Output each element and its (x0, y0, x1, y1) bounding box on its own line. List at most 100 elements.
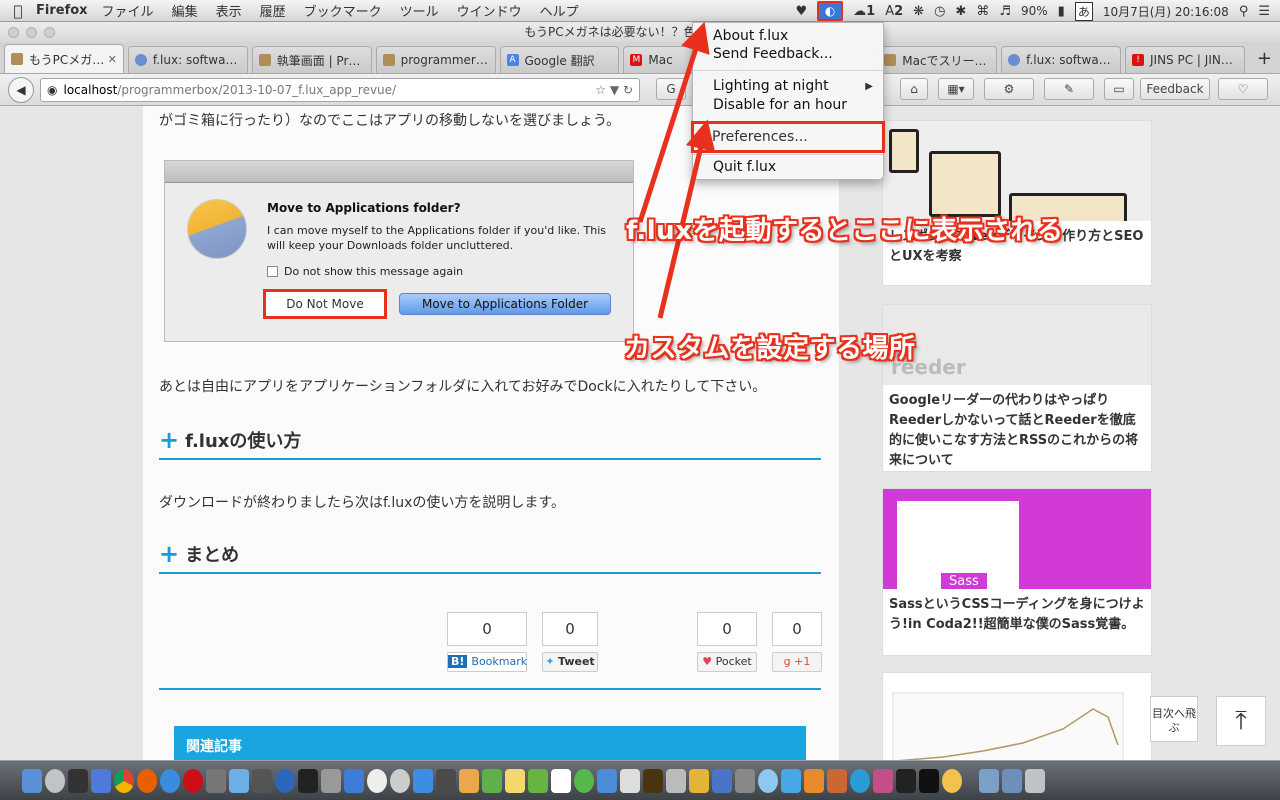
chrome-icon[interactable] (114, 768, 134, 793)
sidebar-post-4[interactable] (882, 672, 1152, 760)
opera-icon[interactable] (183, 768, 203, 793)
menu-history[interactable]: 履歴 (260, 1, 286, 20)
photo-icon[interactable] (758, 768, 778, 793)
tab-7[interactable]: Macでスリー… (877, 46, 998, 73)
tab-2[interactable]: f.lux: softwa… (127, 46, 248, 73)
preview-icon[interactable] (206, 768, 226, 793)
menu-item-disable[interactable]: Disable for an hour (713, 97, 847, 113)
pocket-share[interactable]: 0 ♥ Pocket (697, 612, 757, 672)
book-icon[interactable] (827, 768, 847, 793)
google-search-button[interactable]: G (656, 78, 686, 100)
skitch-icon[interactable] (597, 768, 617, 793)
terminal-icon[interactable] (919, 768, 939, 793)
pen-icon[interactable]: ✎ (1044, 78, 1094, 100)
toolbox-icon[interactable] (804, 768, 824, 793)
settings-icon[interactable]: ⚙ (984, 78, 1034, 100)
dropbox-icon[interactable] (413, 768, 433, 793)
dashboard-icon[interactable] (91, 768, 111, 793)
facetime-icon[interactable] (252, 768, 272, 793)
tab-4[interactable]: programmer… (375, 46, 496, 73)
apple-icon[interactable]:  (0, 2, 36, 20)
adobe-icon[interactable]: A2 (885, 4, 903, 19)
dialog-checkbox[interactable]: Do not show this message again (267, 265, 463, 278)
sidebar-post-2[interactable]: reeder Googleリーダーの代わりはやっぱりReederしかないって話と… (882, 304, 1152, 472)
gplus-button[interactable]: g +1 (772, 652, 822, 672)
gplus-share[interactable]: 0 g +1 (772, 612, 822, 672)
bookmark-star-icon[interactable]: ☆ ▼ ↻ (595, 83, 633, 97)
script-icon[interactable] (689, 768, 709, 793)
tab-close-icon[interactable]: ✕ (108, 53, 117, 66)
system-preferences-icon[interactable] (390, 768, 410, 793)
notification-icon[interactable]: ☰ (1258, 4, 1270, 19)
flux-dock-icon[interactable] (942, 768, 962, 793)
addon-icon[interactable]: ▦▾ (938, 78, 974, 100)
menu-item-preferences[interactable]: Preferences... (691, 121, 885, 153)
downloads-folder-icon[interactable] (1002, 768, 1022, 793)
app-store-icon[interactable] (344, 768, 364, 793)
tab-3[interactable]: 執筆画面 | Pr… (251, 46, 372, 73)
archive-icon[interactable] (712, 768, 732, 793)
folder-icon[interactable]: ▭ (1104, 78, 1134, 100)
xcode-icon[interactable] (436, 768, 456, 793)
app-menu[interactable]: Firefox (36, 3, 88, 18)
pocket-toolbar-icon[interactable]: ♡ (1218, 78, 1268, 100)
firefox-icon[interactable] (137, 768, 157, 793)
ftp-icon[interactable] (735, 768, 755, 793)
safari-icon[interactable] (160, 768, 180, 793)
menu-help[interactable]: ヘルプ (540, 1, 579, 20)
pen-tool-icon[interactable] (620, 768, 640, 793)
menu-file[interactable]: ファイル (102, 1, 154, 20)
transmit-icon[interactable] (459, 768, 479, 793)
home-icon[interactable]: ⌂ (900, 78, 928, 100)
hatena-button[interactable]: B! Bookmark (447, 652, 527, 672)
battery-percent[interactable]: 90% (1021, 4, 1048, 18)
sidebar-post-1[interactable]: レスポンシブwebデザインの作り方とSEOとUXを考察 (882, 120, 1152, 286)
tweet-button[interactable]: ✦ Tweet (542, 652, 598, 672)
bluetooth-icon[interactable]: ✱ (955, 4, 966, 19)
activity-monitor-icon[interactable] (896, 768, 916, 793)
back-button[interactable]: ◀ (8, 76, 34, 103)
tab-9[interactable]: ! JINS PC | JIN… (1125, 46, 1245, 73)
image-capture-icon[interactable] (229, 768, 249, 793)
tab-8[interactable]: f.lux: softwa… (1001, 46, 1121, 73)
wifi-icon[interactable]: ⌘ (976, 4, 989, 19)
evernote-icon[interactable]: ❋ (913, 4, 924, 19)
do-not-move-button[interactable]: Do Not Move (263, 289, 387, 319)
trash-icon[interactable] (1025, 768, 1045, 793)
tweet-app-icon[interactable] (781, 768, 801, 793)
imovie-icon[interactable] (298, 768, 318, 793)
flux-menubar-icon[interactable]: ◐ (817, 1, 844, 21)
window-zoom-button[interactable] (44, 27, 55, 38)
menu-edit[interactable]: 編集 (172, 1, 198, 20)
itunes-radio-icon[interactable] (873, 768, 893, 793)
window-close-button[interactable] (8, 27, 19, 38)
coda-icon[interactable] (528, 768, 548, 793)
hatena-share[interactable]: 0 B! Bookmark (447, 612, 527, 672)
utilities-icon[interactable] (321, 768, 341, 793)
timemachine-icon[interactable]: ◷ (934, 4, 945, 19)
tweet-share[interactable]: 0 ✦ Tweet (542, 612, 598, 672)
mission-control-icon[interactable] (68, 768, 88, 793)
cloud-icon[interactable]: ☁1 (853, 4, 875, 19)
finder-icon[interactable] (22, 768, 42, 793)
new-tab-button[interactable]: + (1249, 48, 1280, 73)
pocket-button[interactable]: ♥ Pocket (697, 652, 757, 672)
evernote-dock-icon[interactable] (482, 768, 502, 793)
heart-icon[interactable]: ♥ (796, 4, 808, 19)
menu-tools[interactable]: ツール (400, 1, 439, 20)
scroll-top-button[interactable]: ⤒ (1216, 696, 1266, 746)
menu-bookmarks[interactable]: ブックマーク (304, 1, 382, 20)
window-minimize-button[interactable] (26, 27, 37, 38)
applications-folder-icon[interactable] (979, 768, 999, 793)
clock[interactable]: 10月7日(月) 20:16:08 (1103, 3, 1229, 20)
sidebar-post-3[interactable]: Sass SassというCSSコーディングを身につけよう!in Coda2!!超… (882, 488, 1152, 656)
volume-icon[interactable]: ♬ (999, 4, 1011, 19)
sketch-icon[interactable] (666, 768, 686, 793)
itunes-icon[interactable] (367, 768, 387, 793)
ime-indicator[interactable]: あ (1074, 1, 1093, 21)
tab-5[interactable]: A Google 翻訳 (499, 46, 620, 73)
move-to-applications-button[interactable]: Move to Applications Folder (399, 293, 611, 315)
menu-item-feedback[interactable]: Send Feedback... (713, 46, 833, 62)
url-bar[interactable]: ◉ localhost/programmerbox/2013-10-07_f.l… (40, 77, 640, 102)
leaf-icon[interactable] (574, 768, 594, 793)
